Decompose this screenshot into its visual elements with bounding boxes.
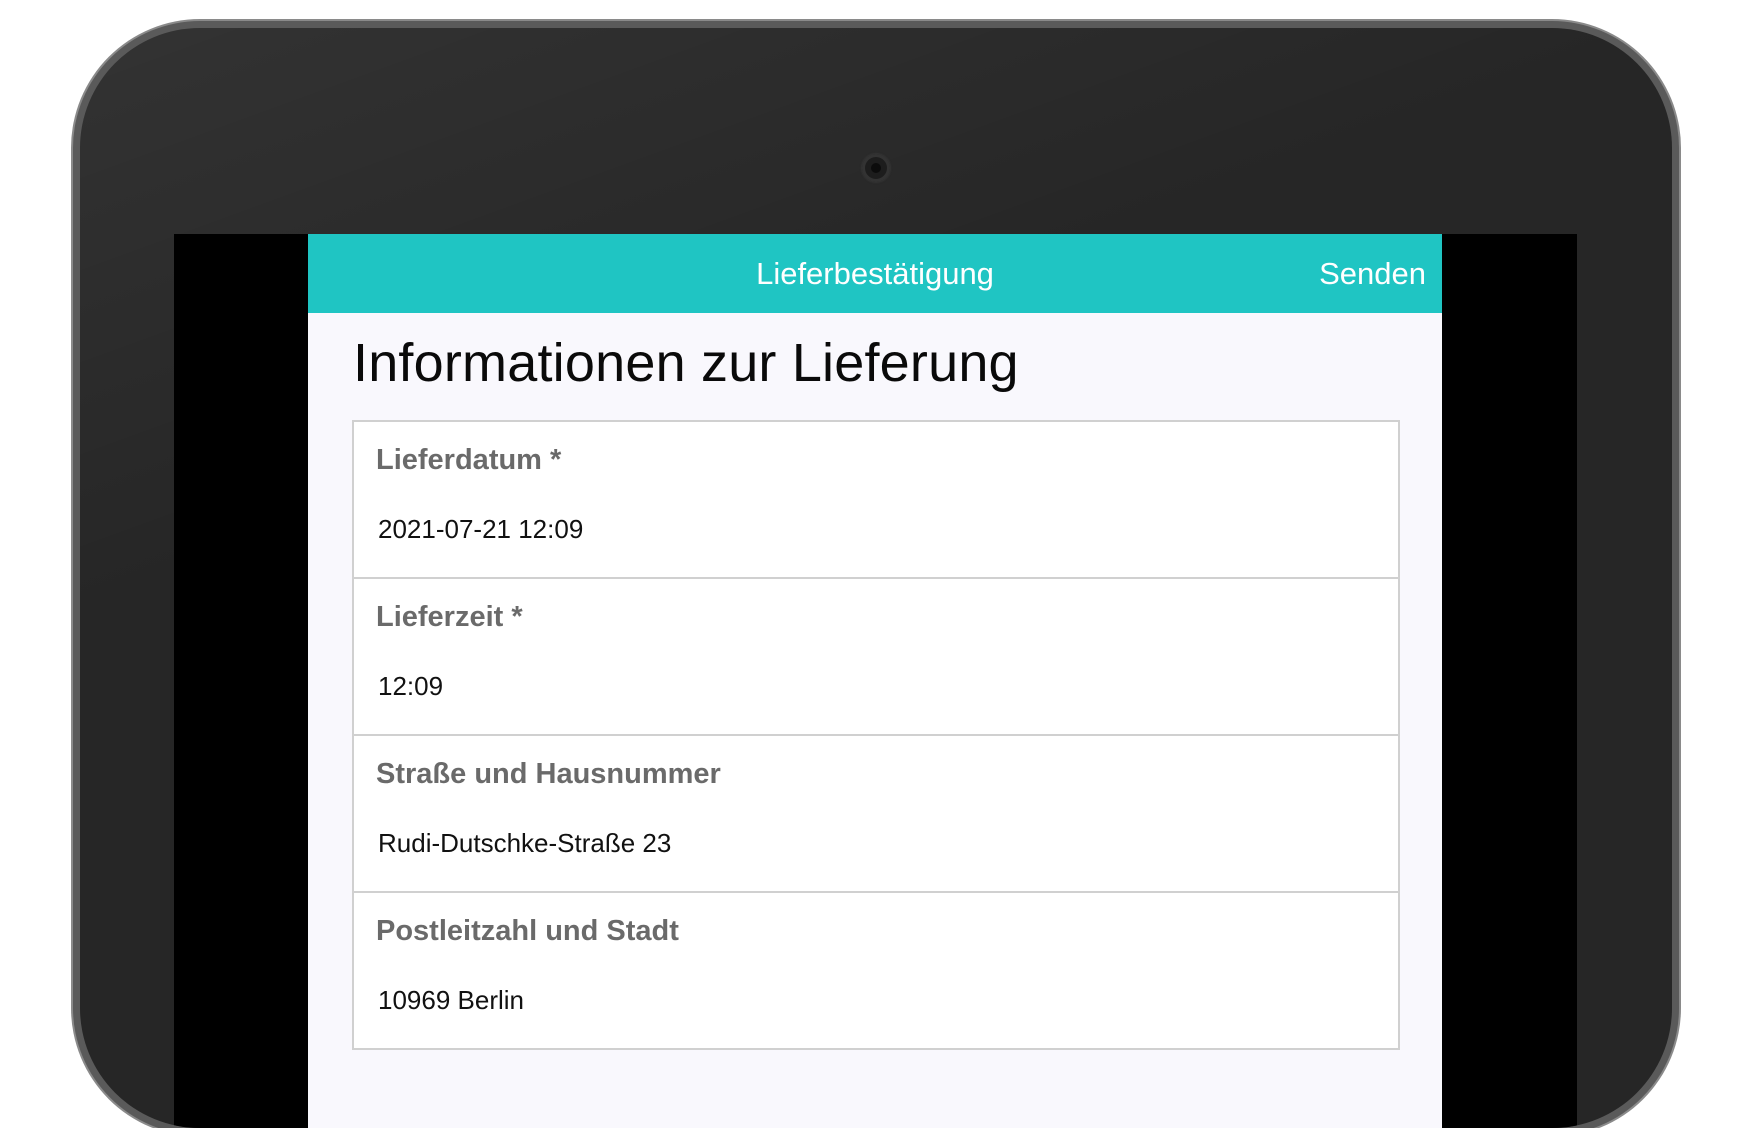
tablet-frame: Lieferbestätigung Senden Informationen z… bbox=[80, 28, 1672, 1128]
tablet-screen: Lieferbestätigung Senden Informationen z… bbox=[174, 234, 1577, 1128]
page-title: Informationen zur Lieferung bbox=[353, 333, 1019, 393]
app-view: Lieferbestätigung Senden Informationen z… bbox=[308, 234, 1442, 1128]
postal-city-label: Postleitzahl und Stadt bbox=[376, 915, 679, 947]
navigation-bar: Lieferbestätigung Senden bbox=[308, 234, 1442, 313]
nav-title: Lieferbestätigung bbox=[756, 256, 994, 291]
delivery-date-label: Lieferdatum * bbox=[376, 444, 562, 476]
delivery-date-field[interactable]: Lieferdatum * 2021-07-21 12:09 bbox=[354, 422, 1398, 579]
delivery-form: Lieferdatum * 2021-07-21 12:09 Lieferzei… bbox=[352, 420, 1400, 1050]
delivery-time-value[interactable]: 12:09 bbox=[378, 671, 443, 702]
street-label: Straße und Hausnummer bbox=[376, 758, 721, 790]
delivery-date-value[interactable]: 2021-07-21 12:09 bbox=[378, 514, 583, 545]
camera-lens bbox=[871, 163, 881, 173]
street-value[interactable]: Rudi-Dutschke-Straße 23 bbox=[378, 828, 671, 859]
postal-city-value[interactable]: 10969 Berlin bbox=[378, 985, 524, 1016]
street-field[interactable]: Straße und Hausnummer Rudi-Dutschke-Stra… bbox=[354, 736, 1398, 893]
send-button[interactable]: Senden bbox=[1319, 256, 1426, 292]
postal-city-field[interactable]: Postleitzahl und Stadt 10969 Berlin bbox=[354, 893, 1398, 1050]
delivery-time-label: Lieferzeit * bbox=[376, 601, 523, 633]
camera-icon bbox=[862, 154, 890, 182]
delivery-time-field[interactable]: Lieferzeit * 12:09 bbox=[354, 579, 1398, 736]
